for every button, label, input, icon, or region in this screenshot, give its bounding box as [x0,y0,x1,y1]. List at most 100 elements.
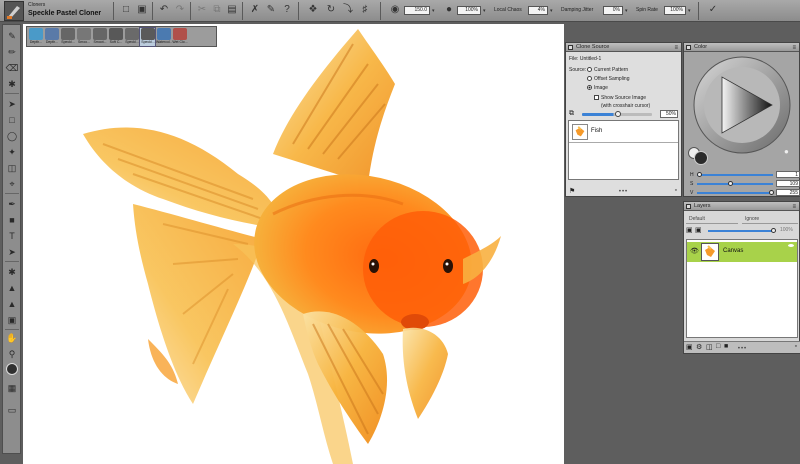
screen-mode-icon[interactable]: ▭ [5,403,19,417]
channel-value-field[interactable]: 255 [776,189,800,196]
redo-icon[interactable]: ↷ [173,3,187,17]
opacity-field[interactable]: 100% [457,6,481,15]
help-icon[interactable]: ? [280,3,294,17]
tracing-icon[interactable]: ⧉ [569,110,574,118]
stylus-icon[interactable]: ✓ [706,3,720,17]
color-sets-icon[interactable]: ● [784,147,789,156]
brush-tool-icon[interactable]: ✎ [5,29,19,43]
collapse-icon[interactable] [568,45,573,50]
blend-mode-dropdown[interactable]: Default [686,215,738,224]
layer-row-selected[interactable]: 👁 Canvas [687,242,797,262]
layer-commands-icon[interactable]: ▣ [686,343,693,351]
cut-icon[interactable]: ✂ [195,3,209,17]
slider-track[interactable] [697,174,773,176]
main-color-swatch[interactable] [694,151,708,165]
h-slider[interactable]: H1 [688,171,800,179]
paste-icon[interactable]: ▤ [225,3,239,17]
spin-rate-field[interactable]: 100% [664,6,686,15]
resize-grip-icon[interactable]: ••• [738,346,747,352]
pressure-icon[interactable]: ⤵ [341,3,355,17]
new-layer-icon[interactable]: □ [716,343,720,350]
variant-item[interactable]: Depth... [28,28,43,46]
slider-track[interactable] [697,183,773,185]
color-header[interactable]: Color ≡ [684,43,799,52]
variant-item[interactable]: Speckl... [124,28,139,46]
panel-menu-icon[interactable]: ≡ [674,44,678,52]
list-item[interactable]: Fish [569,121,678,143]
variant-item[interactable]: Wet Clo... [172,28,188,46]
rubber-stamp-icon[interactable]: ▲ [5,281,19,295]
panel-menu-icon[interactable]: ≡ [792,44,796,52]
variant-item-selected[interactable]: Speckl... [139,27,156,47]
collapse-icon[interactable] [686,45,691,50]
resize-grip-icon[interactable]: ••• [619,189,628,195]
s-slider[interactable]: S 109 [688,180,800,188]
layer-opacity-slider[interactable] [708,230,772,232]
magnifier-icon[interactable]: ⚲ [5,347,19,361]
slider-knob[interactable] [615,111,621,117]
transform-icon[interactable]: ✎ [264,3,278,17]
mirror-icon[interactable]: ▣ [5,313,19,327]
color-wheel[interactable] [690,55,794,159]
transform-tool-icon[interactable]: ◫ [5,161,19,175]
eraser-tool-icon[interactable]: ⌫ [5,61,19,75]
layer-adjuster-icon[interactable]: ➤ [5,97,19,111]
brush-variant[interactable]: Speckle Pastel Cloner [28,10,101,17]
trash-icon[interactable]: ▫ [795,343,797,350]
rect-select-icon[interactable]: □ [5,113,19,127]
collapse-icon[interactable] [686,204,691,209]
channel-value-field[interactable]: 109 [776,180,800,187]
channel-value-field[interactable]: 1 [776,171,800,178]
damping-jitter-dropdown-icon[interactable]: ▾ [625,8,628,14]
composite-dropdown[interactable]: Ignore [742,215,798,224]
variant-item[interactable]: Watercol... [156,28,172,46]
brush-thumbnail[interactable] [4,1,24,21]
slider-knob[interactable] [769,190,774,195]
source-opacity-field[interactable]: 50% [660,110,678,118]
layer-opacity-value[interactable]: 100% [780,227,793,233]
option-offset-sampling[interactable]: Offset Sampling [587,76,629,82]
velocity-icon[interactable]: ♯ [358,3,372,17]
trash-icon[interactable]: ▫ [675,187,677,194]
paper-icon[interactable]: ▦ [5,381,19,395]
copy-icon[interactable]: ⧉ [210,3,224,17]
save-icon[interactable]: ▣ [135,3,149,17]
magic-wand-icon[interactable]: ✦ [5,145,19,159]
slider-track[interactable] [697,192,773,194]
pen-tool-icon[interactable]: ✒ [5,197,19,211]
new-group-icon[interactable]: ◫ [706,343,713,351]
open-source-icon[interactable]: ⚑ [569,187,575,195]
paint-bucket-icon[interactable]: ▲ [5,297,19,311]
visibility-eye-icon[interactable]: 👁 [690,247,699,255]
local-chaos-dropdown-icon[interactable]: ▾ [550,8,553,14]
panel-menu-icon[interactable]: ≡ [792,203,796,211]
slider-knob[interactable] [727,181,733,186]
slider-knob[interactable] [771,228,776,233]
variant-item[interactable]: Depth... [44,28,59,46]
brush-category[interactable]: Cloners [28,2,45,8]
stroke-type-icon[interactable]: ↻ [324,3,338,17]
option-image[interactable]: Image [587,85,608,91]
blender-tool-icon[interactable]: ✱ [5,77,19,91]
preserve-transparency-icon[interactable]: ▣ [695,226,702,234]
v-slider[interactable]: V 255 [688,189,800,197]
grabber-icon[interactable]: ✋ [5,331,19,345]
damping-jitter-field[interactable]: 0% [603,6,623,15]
variant-item[interactable]: Speckl... [60,28,75,46]
cloner-tool-icon[interactable]: ✱ [5,265,19,279]
size-dropdown-icon[interactable]: ▾ [432,8,435,14]
dropper-tool-icon[interactable]: ✏ [5,45,19,59]
variant-item[interactable]: Smoo... [76,28,91,46]
shape-tool-icon[interactable]: ■ [5,213,19,227]
layers-header[interactable]: Layers ≡ [684,202,799,211]
new-file-icon[interactable]: □ [119,3,133,17]
mask-icon[interactable]: ■ [724,343,728,350]
shape-selection-icon[interactable]: ➤ [5,245,19,259]
lock-icon[interactable]: ▣ [686,226,693,234]
text-tool-icon[interactable]: T [5,229,19,243]
variant-item[interactable]: Smoot... [92,28,107,46]
dynamic-plugins-icon[interactable]: ⚙ [696,343,702,351]
slider-knob[interactable] [697,172,702,177]
document-canvas[interactable] [23,24,564,464]
main-color-swatch[interactable] [6,363,18,375]
